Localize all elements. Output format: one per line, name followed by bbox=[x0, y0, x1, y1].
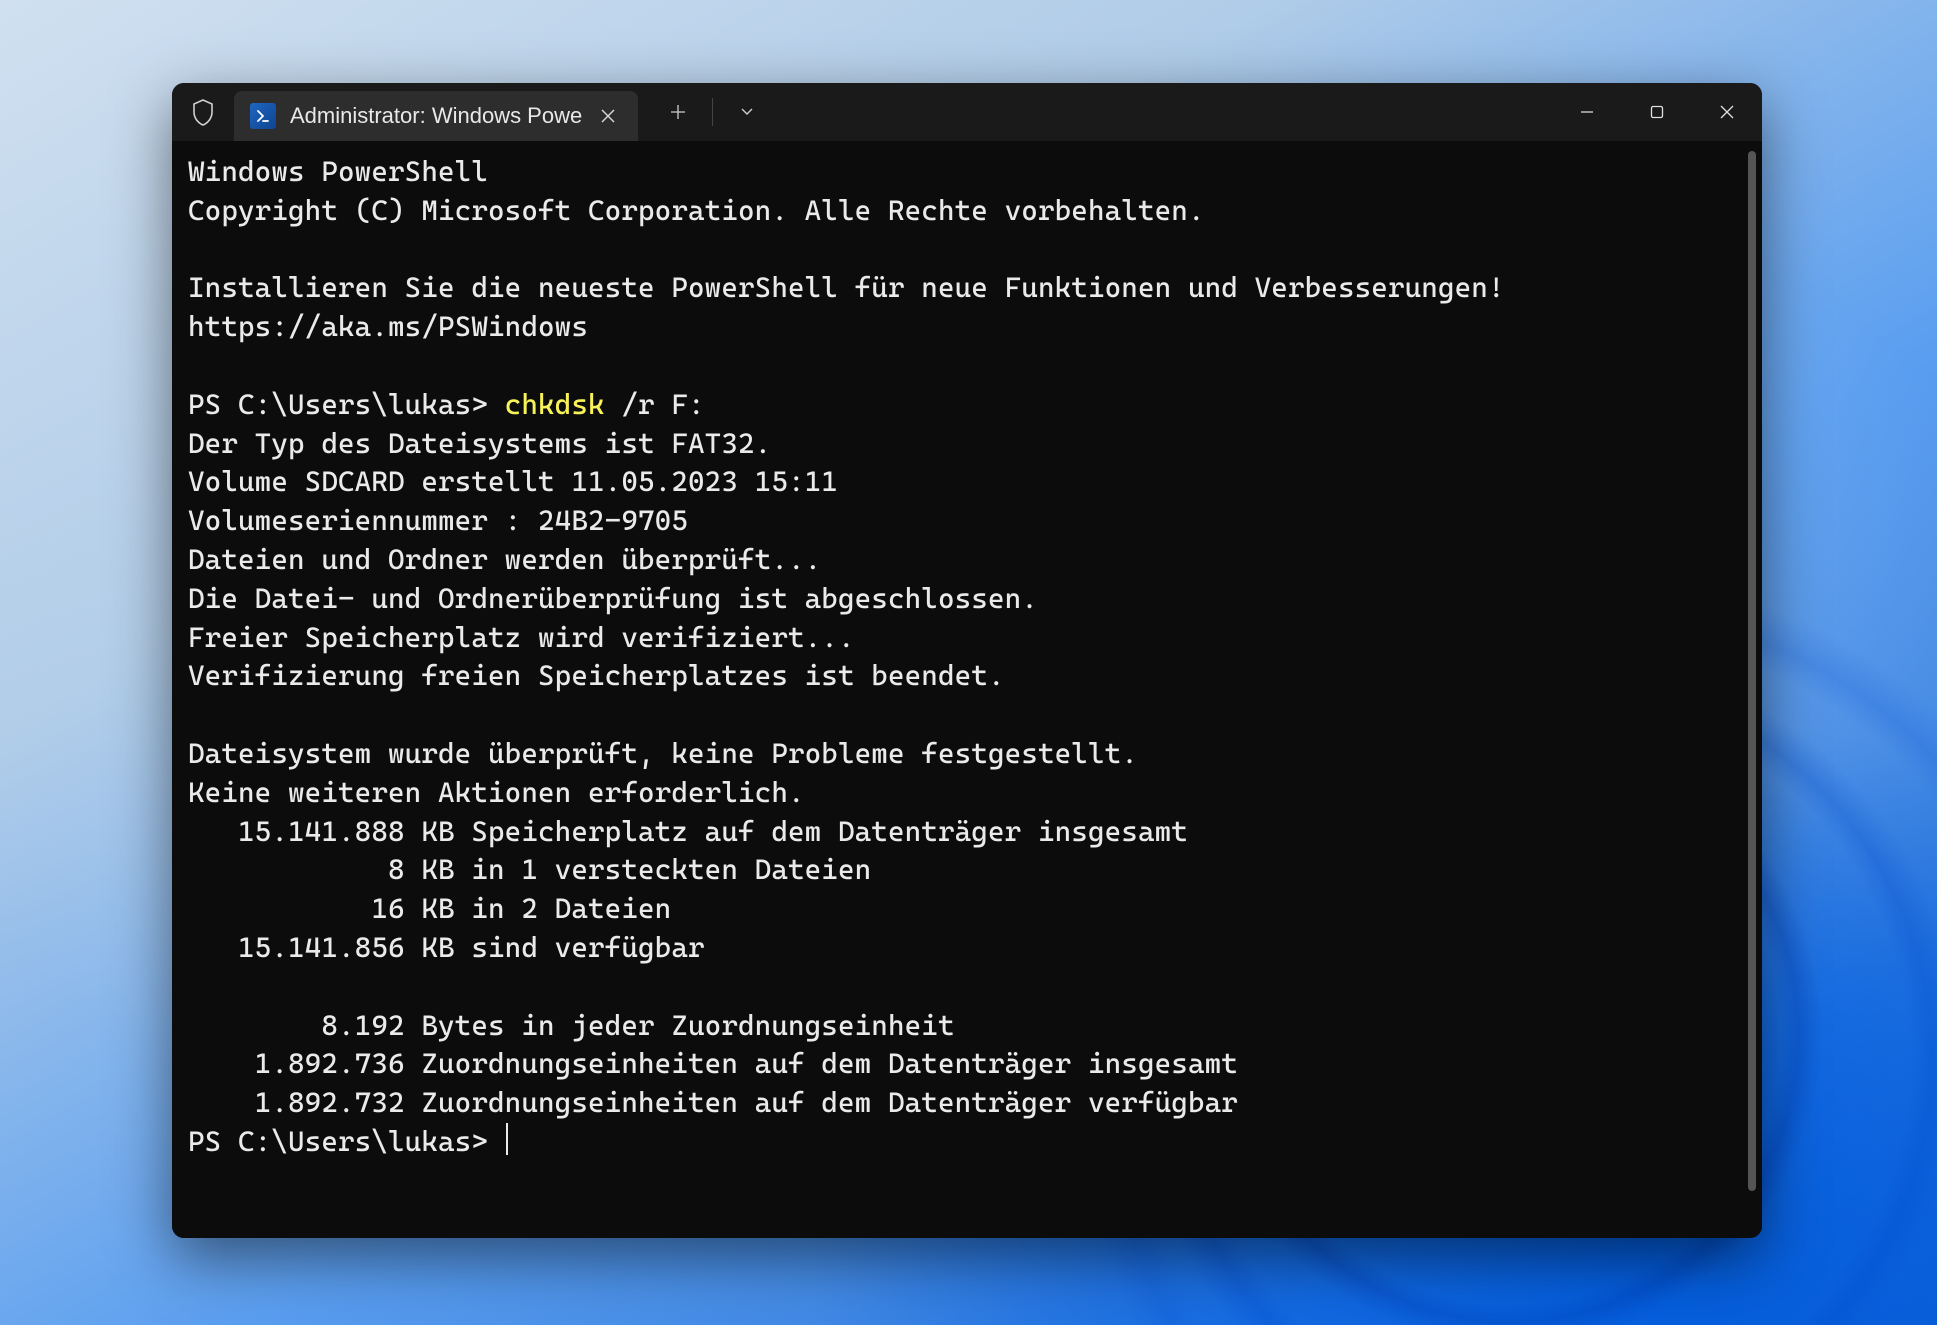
maximize-button[interactable] bbox=[1622, 83, 1692, 141]
maximize-icon bbox=[1650, 105, 1664, 119]
window-controls bbox=[1552, 83, 1762, 141]
plus-icon bbox=[670, 104, 686, 120]
powershell-icon bbox=[250, 103, 276, 129]
terminal-pane[interactable]: Windows PowerShell Copyright (C) Microso… bbox=[172, 141, 1762, 1238]
tab-divider bbox=[712, 98, 713, 126]
terminal-window: Administrator: Windows Powe bbox=[172, 83, 1762, 1238]
tab-title: Administrator: Windows Powe bbox=[290, 103, 582, 129]
titlebar-drag-area[interactable] bbox=[769, 83, 1552, 141]
title-bar[interactable]: Administrator: Windows Powe bbox=[172, 83, 1762, 141]
active-tab[interactable]: Administrator: Windows Powe bbox=[234, 91, 638, 141]
elevation-shield bbox=[172, 83, 234, 141]
new-tab-button[interactable] bbox=[656, 92, 700, 132]
chevron-down-icon bbox=[740, 107, 754, 117]
window-close-button[interactable] bbox=[1692, 83, 1762, 141]
close-icon bbox=[1720, 105, 1734, 119]
scrollbar-thumb[interactable] bbox=[1748, 151, 1756, 1191]
shield-icon bbox=[191, 98, 215, 126]
minimize-button[interactable] bbox=[1552, 83, 1622, 141]
tab-dropdown-button[interactable] bbox=[725, 92, 769, 132]
terminal-output: Windows PowerShell Copyright (C) Microso… bbox=[188, 153, 1746, 1162]
tab-bar-controls bbox=[656, 83, 769, 141]
minimize-icon bbox=[1580, 105, 1594, 119]
tab-close-button[interactable] bbox=[596, 104, 620, 128]
close-icon bbox=[601, 109, 615, 123]
